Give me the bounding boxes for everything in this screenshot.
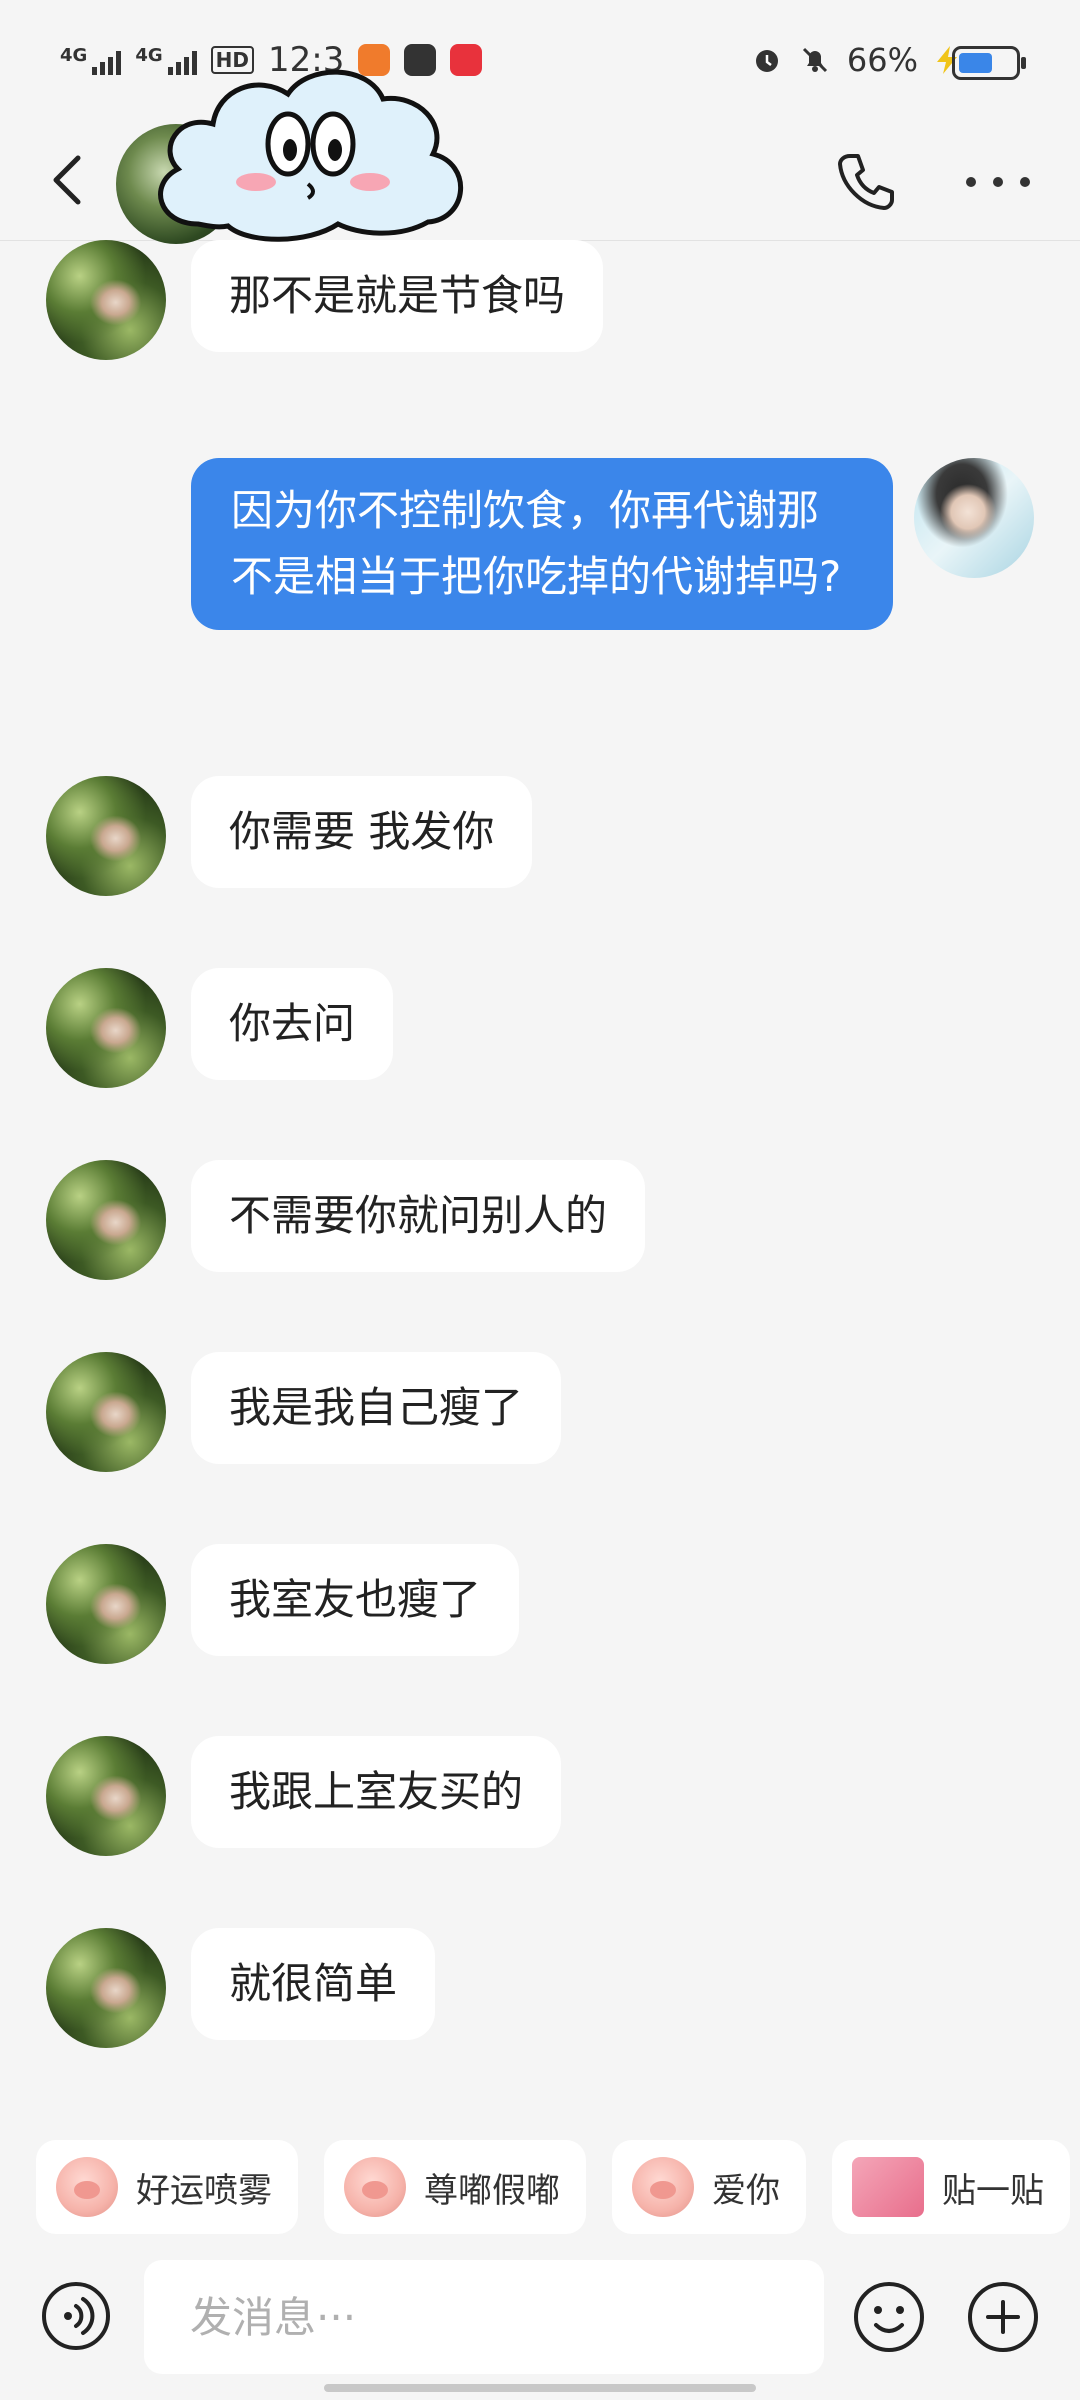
home-indicator[interactable]	[324, 2384, 756, 2392]
my-avatar[interactable]	[914, 458, 1034, 578]
call-button[interactable]	[830, 146, 902, 218]
plus-icon	[968, 2282, 1038, 2352]
message-bubble[interactable]: 我是我自己瘦了	[191, 1352, 562, 1464]
quick-reply-label: 好运喷雾	[136, 2170, 272, 2211]
back-button[interactable]	[40, 148, 100, 212]
message-bubble[interactable]: 你需要 我发你	[191, 776, 533, 888]
message-bubble-self[interactable]: 因为你不控制饮食，你再代谢那不是相当于把你吃掉的代谢掉吗?	[191, 458, 893, 630]
pig-love-sticker-icon	[632, 2157, 694, 2217]
emoji-icon	[854, 2282, 924, 2352]
sender-avatar[interactable]	[46, 1928, 166, 2048]
voice-button[interactable]	[40, 2280, 112, 2352]
message-bubble[interactable]: 我室友也瘦了	[191, 1544, 520, 1656]
bottom-panel: 好运喷雾 尊嘟假嘟 爱你 贴一贴	[0, 2100, 1080, 2400]
quick-reply-label: 贴一贴	[942, 2170, 1044, 2211]
more-button[interactable]	[966, 160, 1030, 204]
quick-reply-chip[interactable]: 好运喷雾	[36, 2140, 298, 2234]
message-bubble[interactable]: 那不是就是节食吗	[191, 240, 604, 352]
sender-avatar[interactable]	[46, 1736, 166, 1856]
hug-sticker-icon	[852, 2157, 924, 2217]
battery-icon	[952, 46, 1026, 80]
more-dots-icon	[966, 177, 976, 187]
pig-spray-sticker-icon	[56, 2157, 118, 2217]
chevron-left-icon	[53, 155, 81, 205]
quick-reply-label: 尊嘟假嘟	[424, 2170, 560, 2211]
cloud-face-sticker	[158, 69, 463, 242]
quick-reply-bar: 好运喷雾 尊嘟假嘟 爱你 贴一贴	[36, 2140, 1080, 2234]
sender-avatar[interactable]	[46, 1160, 166, 1280]
phone-icon	[838, 154, 894, 210]
message-bubble[interactable]: 你去问	[191, 968, 394, 1080]
sender-avatar[interactable]	[46, 240, 166, 360]
input-bar	[0, 2250, 1080, 2380]
voice-icon	[42, 2282, 110, 2350]
quick-reply-chip[interactable]: 尊嘟假嘟	[324, 2140, 586, 2234]
mute-icon	[802, 47, 827, 73]
alarm-icon	[755, 50, 778, 72]
message-bubble[interactable]: 不需要你就问别人的	[191, 1160, 646, 1272]
sender-avatar[interactable]	[46, 968, 166, 1088]
message-input[interactable]	[144, 2260, 824, 2374]
quick-reply-chip[interactable]: 贴一贴	[832, 2140, 1070, 2234]
sender-avatar[interactable]	[46, 1352, 166, 1472]
quick-reply-label: 爱你	[712, 2170, 780, 2211]
emoji-button[interactable]	[852, 2280, 926, 2354]
pig-face-sticker-icon	[344, 2157, 406, 2217]
message-bubble[interactable]: 就很简单	[191, 1928, 436, 2040]
battery-percent: 66%	[846, 41, 918, 79]
sender-avatar[interactable]	[46, 1544, 166, 1664]
message-bubble[interactable]: 我跟上室友买的	[191, 1736, 562, 1848]
plus-button[interactable]	[966, 2280, 1040, 2354]
network-type-1: 4G	[60, 45, 88, 66]
quick-reply-chip[interactable]: 爱你	[612, 2140, 806, 2234]
battery-fill	[959, 53, 992, 73]
sender-avatar[interactable]	[46, 776, 166, 896]
status-right: 66%	[751, 36, 960, 84]
signal-icon: 4G	[60, 45, 122, 75]
